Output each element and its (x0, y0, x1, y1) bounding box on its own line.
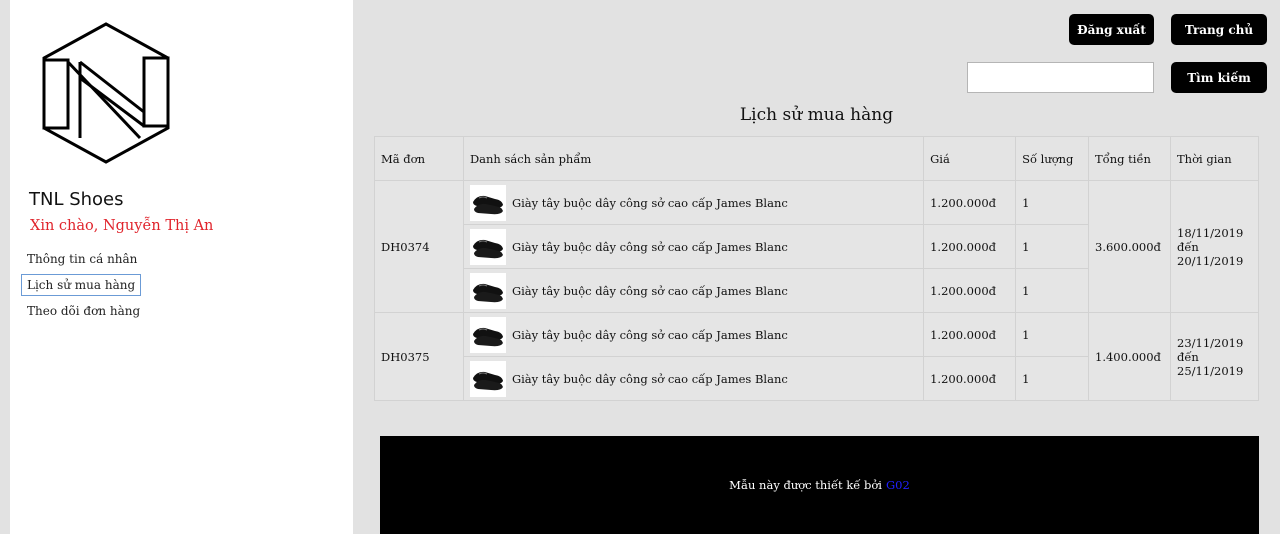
product-thumbnail[interactable] (469, 228, 506, 265)
table-row: DH0374 Giày tây buộc dây công sở cao cấp … (374, 180, 1259, 313)
product-thumbnail[interactable] (469, 184, 506, 221)
product-price: 1.200.000đ (923, 224, 1017, 269)
brand-name: TNL Shoes (29, 189, 124, 210)
column-header: Số lượng (1015, 136, 1090, 181)
product-price: 1.200.000đ (923, 180, 1017, 225)
product-thumbnail[interactable] (469, 272, 506, 309)
footer: Mẫu này được thiết kế bởi G02 (380, 436, 1259, 534)
product-cell: Giày tây buộc dây công sở cao cấp James … (462, 224, 925, 269)
home-button[interactable]: Trang chủ (1171, 14, 1267, 45)
page-title: Lịch sử mua hàng (739, 105, 894, 125)
time-to: 25/11/2019 (1177, 363, 1244, 378)
time-separator: đến (1177, 349, 1199, 364)
table-header-row: Mã đơn Danh sách sản phẩm Giá Số lượng T… (374, 136, 1259, 181)
shoe-image (472, 195, 503, 214)
product-quantity: 1 (1015, 312, 1090, 357)
logout-button[interactable]: Đăng xuất (1069, 14, 1154, 45)
product-thumbnail[interactable] (469, 316, 506, 353)
sidebar-nav: Thông tin cá nhân Lịch sử mua hàng Theo … (21, 248, 221, 326)
product-name[interactable]: Giày tây buộc dây công sở cao cấp James … (512, 284, 788, 298)
column-header: Danh sách sản phẩm (462, 136, 925, 181)
sidebar-item-track-order[interactable]: Theo dõi đơn hàng (21, 300, 146, 322)
search-button[interactable]: Tìm kiếm (1171, 62, 1267, 93)
shoe-image (472, 283, 503, 302)
column-header: Tổng tiền (1088, 136, 1171, 181)
product-thumbnail[interactable] (469, 360, 506, 397)
order-total: 3.600.000đ (1088, 180, 1171, 313)
column-header: Mã đơn (374, 136, 464, 181)
column-header: Giá (923, 136, 1017, 181)
search-input[interactable] (967, 62, 1154, 93)
order-time: 23/11/2019 đến 25/11/2019 (1170, 312, 1259, 401)
shoe-image (472, 371, 503, 390)
column-header: Thời gian (1170, 136, 1259, 181)
order-id: DH0375 (374, 312, 464, 401)
order-id: DH0374 (374, 180, 464, 313)
order-table-body: DH0374 Giày tây buộc dây công sở cao cấp … (374, 180, 1259, 401)
footer-credit-link[interactable]: G02 (886, 478, 910, 492)
product-cell: Giày tây buộc dây công sở cao cấp James … (462, 268, 925, 313)
time-separator: đến (1177, 239, 1199, 254)
shoe-image (472, 239, 503, 258)
product-name[interactable]: Giày tây buộc dây công sở cao cấp James … (512, 372, 788, 386)
product-price: 1.200.000đ (923, 356, 1017, 401)
tnl-logo (42, 22, 170, 164)
sidebar-item-profile[interactable]: Thông tin cá nhân (21, 248, 143, 270)
footer-text: Mẫu này được thiết kế bởi (729, 478, 882, 492)
product-name[interactable]: Giày tây buộc dây công sở cao cấp James … (512, 196, 788, 210)
product-cell: Giày tây buộc dây công sở cao cấp James … (462, 312, 925, 357)
product-quantity: 1 (1015, 268, 1090, 313)
order-time: 18/11/2019 đến 20/11/2019 (1170, 180, 1259, 313)
time-from: 18/11/2019 (1177, 225, 1244, 240)
product-name[interactable]: Giày tây buộc dây công sở cao cấp James … (512, 328, 788, 342)
product-name[interactable]: Giày tây buộc dây công sở cao cấp James … (512, 240, 788, 254)
product-cell: Giày tây buộc dây công sở cao cấp James … (462, 180, 925, 225)
product-cell: Giày tây buộc dây công sở cao cấp James … (462, 356, 925, 401)
product-price: 1.200.000đ (923, 312, 1017, 357)
shoe-image (472, 327, 503, 346)
user-greeting: Xin chào, Nguyễn Thị An (30, 218, 214, 234)
time-from: 23/11/2019 (1177, 335, 1244, 350)
product-quantity: 1 (1015, 356, 1090, 401)
time-to: 20/11/2019 (1177, 253, 1244, 268)
product-quantity: 1 (1015, 224, 1090, 269)
order-total: 1.400.000đ (1088, 312, 1171, 401)
product-quantity: 1 (1015, 180, 1090, 225)
sidebar: TNL Shoes Xin chào, Nguyễn Thị An Thông … (10, 0, 353, 534)
table-row: DH0375 Giày tây buộc dây công sở cao cấp … (374, 312, 1259, 401)
product-price: 1.200.000đ (923, 268, 1017, 313)
order-history-table: Mã đơn Danh sách sản phẩm Giá Số lượng T… (374, 136, 1259, 401)
sidebar-item-order-history[interactable]: Lịch sử mua hàng (21, 274, 142, 296)
